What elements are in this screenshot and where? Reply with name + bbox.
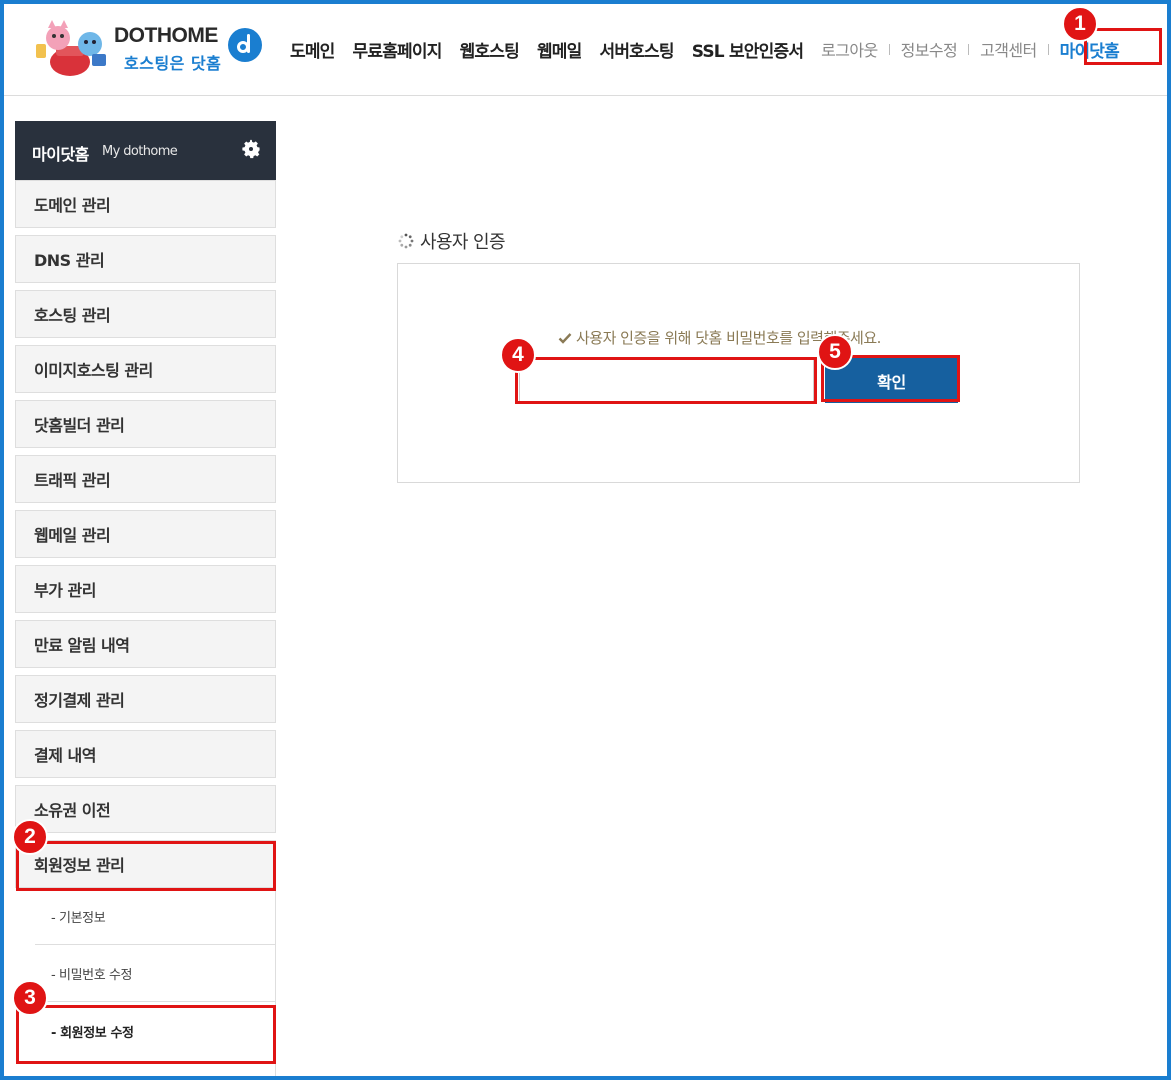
checkmark-icon	[558, 332, 572, 344]
user-auth-panel: 사용자 인증을 위해 닷홈 비밀번호를 입력해주세요. 확인	[397, 263, 1080, 483]
sidebar-header: 마이닷홈 My dothome	[15, 121, 276, 180]
sidebar-item-addon[interactable]: 부가 관리	[15, 565, 276, 613]
password-input[interactable]	[519, 359, 814, 404]
site-header: DOTHOME 호스팅은 닷홈 도메인 무료홈페이지 웹호스팅 웹메일 서버호스…	[4, 4, 1167, 96]
nav-divider	[1047, 43, 1049, 55]
submenu-edit-member-info[interactable]: - 회원정보 수정	[35, 1003, 275, 1059]
sidebar-subtitle: My dothome	[102, 144, 178, 159]
sidebar-item-domain[interactable]: 도메인 관리	[15, 180, 276, 228]
sidebar-title: 마이닷홈	[32, 145, 89, 164]
step-badge-2: 2	[12, 819, 48, 855]
loading-dots-icon	[398, 233, 414, 249]
nav-free-homepage[interactable]: 무료홈페이지	[353, 37, 443, 62]
sidebar-item-member-info[interactable]: 회원정보 관리	[15, 840, 276, 888]
sidebar-item-dns[interactable]: DNS 관리	[15, 235, 276, 283]
sidebar-item-expiry-alerts[interactable]: 만료 알림 내역	[15, 620, 276, 668]
section-title-text: 사용자 인증	[420, 232, 506, 253]
nav-webmail[interactable]: 웹메일	[537, 37, 582, 62]
sidebar-item-hosting[interactable]: 호스팅 관리	[15, 290, 276, 338]
global-nav: 도메인 무료홈페이지 웹호스팅 웹메일 서버호스팅 SSL 보안인증서 로그아웃…	[290, 36, 1120, 62]
nav-divider	[968, 43, 970, 55]
sidebar-item-traffic[interactable]: 트래픽 관리	[15, 455, 276, 503]
section-title: 사용자 인증	[398, 228, 506, 254]
sidebar-item-payment-history[interactable]: 결제 내역	[15, 730, 276, 778]
sidebar-item-ownership-transfer[interactable]: 소유권 이전	[15, 785, 276, 833]
mascot-icon	[36, 20, 106, 76]
sidebar-submenu: - 기본정보 - 비밀번호 수정 - 회원정보 수정	[15, 889, 276, 1080]
submenu-basic-info[interactable]: - 기본정보	[35, 889, 275, 945]
gear-icon[interactable]	[240, 138, 262, 160]
logo-brand-text: DOTHOME	[114, 24, 218, 47]
step-badge-3: 3	[12, 980, 48, 1016]
step-badge-1: 1	[1062, 6, 1098, 42]
logo-d-icon	[228, 28, 262, 62]
nav-ssl[interactable]: SSL 보안인증서	[692, 37, 804, 62]
sidebar-item-webmail[interactable]: 웹메일 관리	[15, 510, 276, 558]
step-badge-4: 4	[500, 337, 536, 373]
dothome-logo[interactable]: DOTHOME 호스팅은 닷홈	[32, 14, 272, 82]
nav-server-hosting[interactable]: 서버호스팅	[599, 37, 674, 62]
nav-my-dothome[interactable]: 마이닷홈	[1060, 37, 1120, 62]
step-badge-5: 5	[817, 334, 853, 370]
nav-logout[interactable]: 로그아웃	[821, 37, 878, 61]
nav-customer-center[interactable]: 고객센터	[980, 37, 1037, 61]
nav-domain[interactable]: 도메인	[290, 37, 335, 62]
nav-divider	[888, 43, 890, 55]
logo-tagline: 호스팅은 닷홈	[124, 54, 222, 73]
sidebar-item-image-hosting[interactable]: 이미지호스팅 관리	[15, 345, 276, 393]
nav-web-hosting[interactable]: 웹호스팅	[460, 37, 520, 62]
sidebar-item-recurring-payment[interactable]: 정기결제 관리	[15, 675, 276, 723]
sidebar-item-builder[interactable]: 닷홈빌더 관리	[15, 400, 276, 448]
submenu-change-password[interactable]: - 비밀번호 수정	[35, 946, 275, 1002]
nav-edit-info[interactable]: 정보수정	[901, 37, 958, 61]
